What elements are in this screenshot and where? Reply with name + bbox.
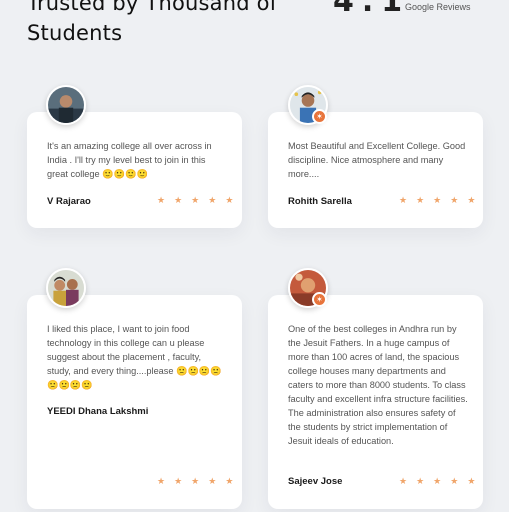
star-rating: ★ ★ ★ ★ ★ (399, 476, 475, 487)
reviewer-name: Sajeev Jose (288, 476, 343, 487)
star-rating: ★ ★ ★ ★ ★ (399, 195, 475, 206)
star-icon: ★ (450, 476, 459, 486)
review-text: One of the best colleges in Andhra run b… (288, 324, 468, 446)
star-icon: ★ (174, 476, 183, 486)
heading-line-1: Trusted by Thousand of (27, 0, 278, 15)
star-icon: ★ (157, 195, 166, 205)
local-guide-badge-icon: ✶ (312, 109, 327, 124)
heading-line-2: Students (27, 21, 123, 45)
google-reviews-label: Google Reviews (405, 2, 471, 12)
star-icon: ★ (433, 195, 442, 205)
reviewer-avatar (46, 268, 86, 308)
star-icon: ★ (208, 195, 217, 205)
star-icon: ★ (174, 195, 183, 205)
star-icon: ★ (399, 195, 408, 205)
star-icon: ★ (467, 195, 476, 205)
star-icon: ★ (225, 195, 234, 205)
star-icon: ★ (467, 476, 476, 486)
star-icon: ★ (416, 476, 425, 486)
avatar-photo-icon (48, 270, 84, 306)
local-guide-badge-icon: ✶ (312, 292, 327, 307)
reviewer-avatar (46, 85, 86, 125)
star-icon: ★ (225, 476, 234, 486)
star-icon: ★ (191, 476, 200, 486)
star-icon: ★ (191, 195, 200, 205)
reviewer-name: Rohith Sarella (288, 196, 352, 207)
star-icon: ★ (433, 476, 442, 486)
reviewer-name: V Rajarao (47, 196, 91, 207)
review-text: Most Beautiful and Excellent College. Go… (288, 141, 466, 179)
section-heading: Trusted by Thousand of Students (27, 0, 277, 48)
star-rating: ★ ★ ★ ★ ★ (157, 476, 233, 487)
google-rating-value: 4.1 (333, 0, 411, 19)
star-icon: ★ (208, 476, 217, 486)
review-text: It's an amazing college all over across … (47, 141, 212, 179)
star-icon: ★ (157, 476, 166, 486)
avatar-photo-icon (48, 87, 84, 123)
star-rating: ★ ★ ★ ★ ★ (157, 195, 233, 206)
star-icon: ★ (450, 195, 459, 205)
reviewer-name: YEEDI Dhana Lakshmi (47, 406, 149, 417)
review-text: I liked this place, I want to join food … (47, 324, 222, 390)
star-icon: ★ (416, 195, 425, 205)
star-icon: ★ (399, 476, 408, 486)
